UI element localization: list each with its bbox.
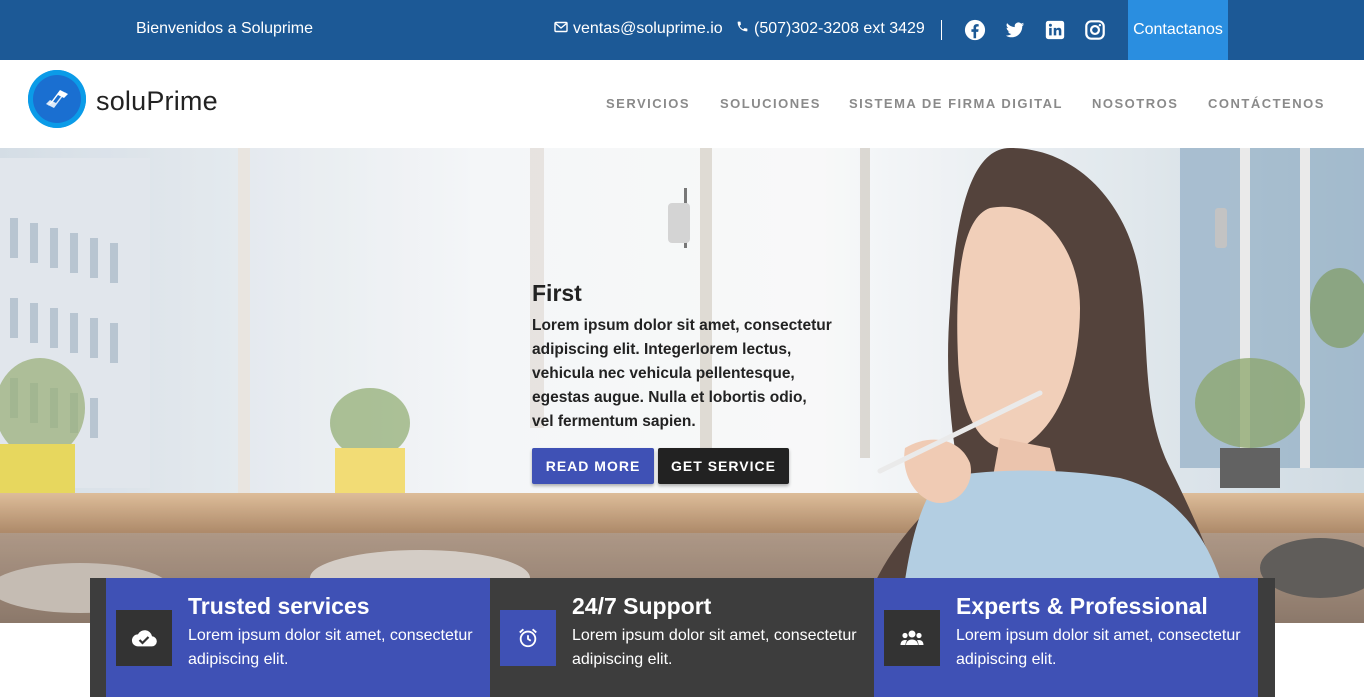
feature-trusted-services: Trusted services Lorem ipsum dolor sit a…	[106, 578, 490, 697]
welcome-text: Bienvenidos a Soluprime	[136, 20, 313, 37]
logo-text[interactable]: soluPrime	[96, 86, 218, 117]
facebook-icon[interactable]	[963, 18, 987, 42]
mail-icon	[554, 20, 568, 38]
cloud-check-icon	[116, 610, 172, 666]
hero-description: Lorem ipsum dolor sit amet, consectetur …	[532, 317, 832, 430]
top-bar: Bienvenidos a Soluprime ventas@soluprime…	[0, 0, 1364, 60]
feature-title: Experts & Professional	[956, 593, 1208, 619]
nav-item-nosotros[interactable]: NOSOTROS	[1092, 96, 1178, 111]
email-text: ventas@soluprime.io	[573, 20, 723, 37]
hero-title: First	[532, 280, 582, 306]
nav-item-servicios[interactable]: SERVICIOS	[606, 96, 690, 111]
alarm-clock-icon	[500, 610, 556, 666]
read-more-button[interactable]: READ MORE	[532, 448, 654, 484]
nav-item-soluciones[interactable]: SOLUCIONES	[720, 96, 821, 111]
instagram-icon[interactable]	[1083, 18, 1107, 42]
get-service-button[interactable]: GET SERVICE	[658, 448, 789, 484]
feature-text: Lorem ipsum dolor sit amet, consectetur …	[188, 627, 473, 668]
phone-link[interactable]: (507)302-3208 ext 3429	[736, 20, 925, 38]
logo-icon[interactable]	[28, 70, 86, 128]
nav-item-firma-digital[interactable]: SISTEMA DE FIRMA DIGITAL	[849, 96, 1063, 111]
topbar-divider	[941, 20, 942, 40]
email-link[interactable]: ventas@soluprime.io	[554, 20, 723, 38]
feature-experts: Experts & Professional Lorem ipsum dolor…	[874, 578, 1258, 697]
features-strip: Trusted services Lorem ipsum dolor sit a…	[90, 578, 1275, 697]
main-navbar: soluPrime SERVICIOS SOLUCIONES SISTEMA D…	[0, 60, 1364, 148]
phone-icon	[736, 20, 749, 38]
feature-text: Lorem ipsum dolor sit amet, consectetur …	[956, 627, 1241, 668]
feature-text: Lorem ipsum dolor sit amet, consectetur …	[572, 627, 857, 668]
hero-banner: First Lorem ipsum dolor sit amet, consec…	[0, 148, 1364, 623]
feature-title: 24/7 Support	[572, 593, 712, 619]
linkedin-icon[interactable]	[1043, 18, 1067, 42]
phone-text: (507)302-3208 ext 3429	[754, 20, 925, 37]
feature-title: Trusted services	[188, 593, 370, 619]
feature-support: 24/7 Support Lorem ipsum dolor sit amet,…	[490, 578, 874, 697]
people-icon	[884, 610, 940, 666]
nav-item-contactenos[interactable]: CONTÁCTENOS	[1208, 96, 1325, 111]
twitter-icon[interactable]	[1003, 18, 1027, 42]
contact-button[interactable]: Contactanos	[1128, 0, 1228, 60]
